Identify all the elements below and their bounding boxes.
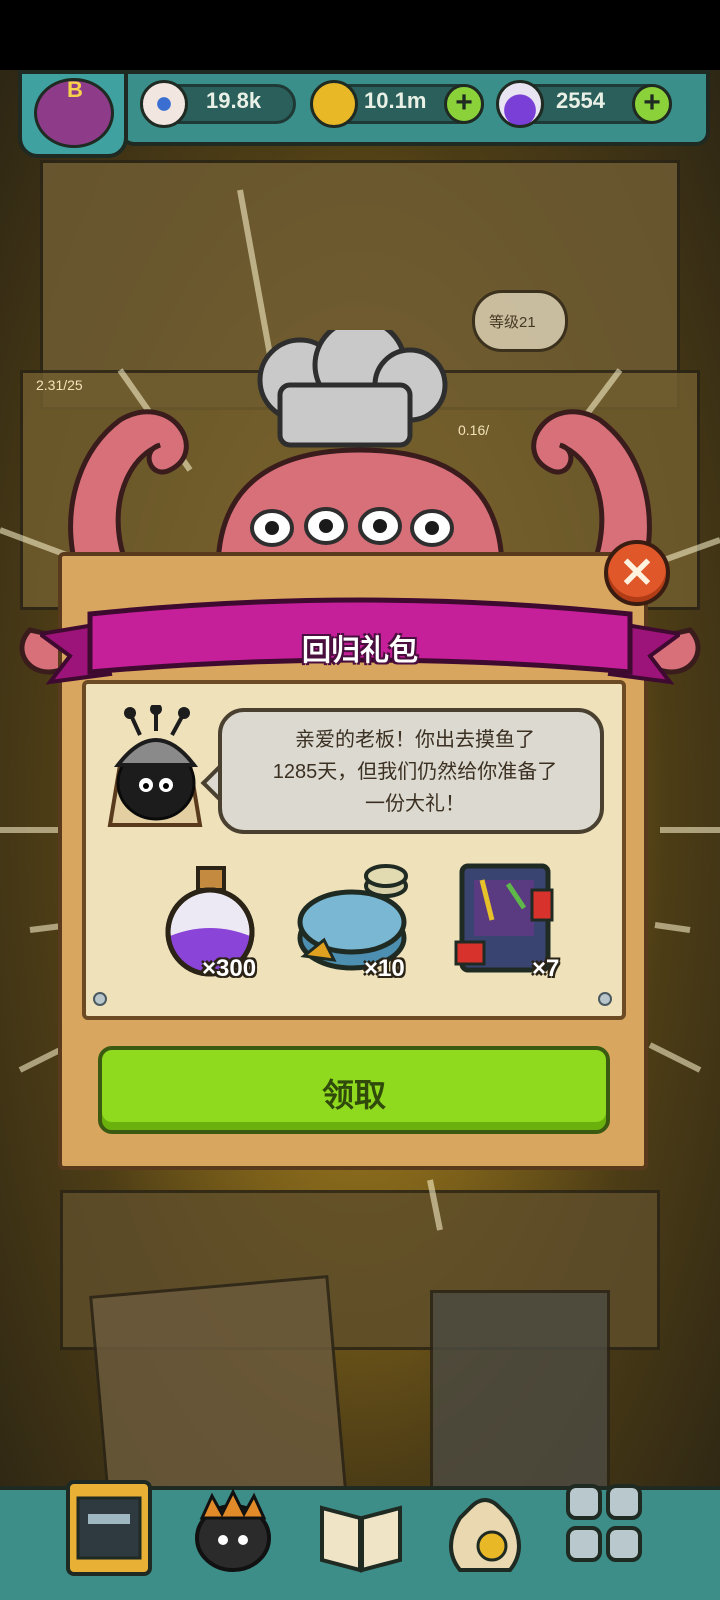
rivet: [93, 992, 107, 1006]
avatar[interactable]: B: [34, 77, 114, 148]
rivet: [598, 992, 612, 1006]
close-button[interactable]: ✕: [604, 540, 670, 606]
claim-button-label: 领取: [321, 1077, 386, 1113]
coin-icon: [310, 80, 358, 128]
status-bar: [0, 0, 720, 70]
add-coins-button[interactable]: +: [444, 84, 484, 124]
eyeball-icon: [140, 80, 188, 128]
reward-count: ×300: [202, 955, 257, 982]
nav-shop-icon[interactable]: [64, 1478, 154, 1578]
eyeball-count: 19.8k: [206, 88, 262, 113]
spiky-blob-npc-icon: [107, 705, 203, 827]
message-line: 亲爱的老板！你出去摸鱼了: [295, 729, 535, 751]
coin-count: 10.1m: [364, 88, 427, 113]
level-label: 等级21: [489, 314, 536, 331]
reward-count: ×7: [532, 955, 560, 982]
potion-icon: [496, 80, 544, 128]
message-line: 1285天，但我们仍然给你准备了: [272, 761, 558, 783]
avatar-letter: B: [67, 77, 83, 102]
dialog-message: 亲爱的老板！你出去摸鱼了 1285天，但我们仍然给你准备了 一份大礼！: [242, 724, 588, 820]
message-line: 一份大礼！: [365, 793, 465, 815]
potion-count: 2554: [556, 88, 605, 113]
reward-count: ×10: [364, 955, 405, 982]
dialog-title: 回归礼包: [301, 635, 418, 667]
claim-button[interactable]: 领取: [98, 1046, 610, 1134]
nav-monster-icon[interactable]: [188, 1478, 278, 1578]
add-potion-button[interactable]: +: [632, 84, 672, 124]
player-avatar-badge[interactable]: B: [18, 70, 128, 158]
nav-book-icon[interactable]: [316, 1478, 406, 1578]
nav-money-bag-icon[interactable]: [440, 1478, 530, 1578]
nav-grid-menu-icon[interactable]: [560, 1478, 650, 1578]
close-icon: ✕: [619, 549, 655, 596]
